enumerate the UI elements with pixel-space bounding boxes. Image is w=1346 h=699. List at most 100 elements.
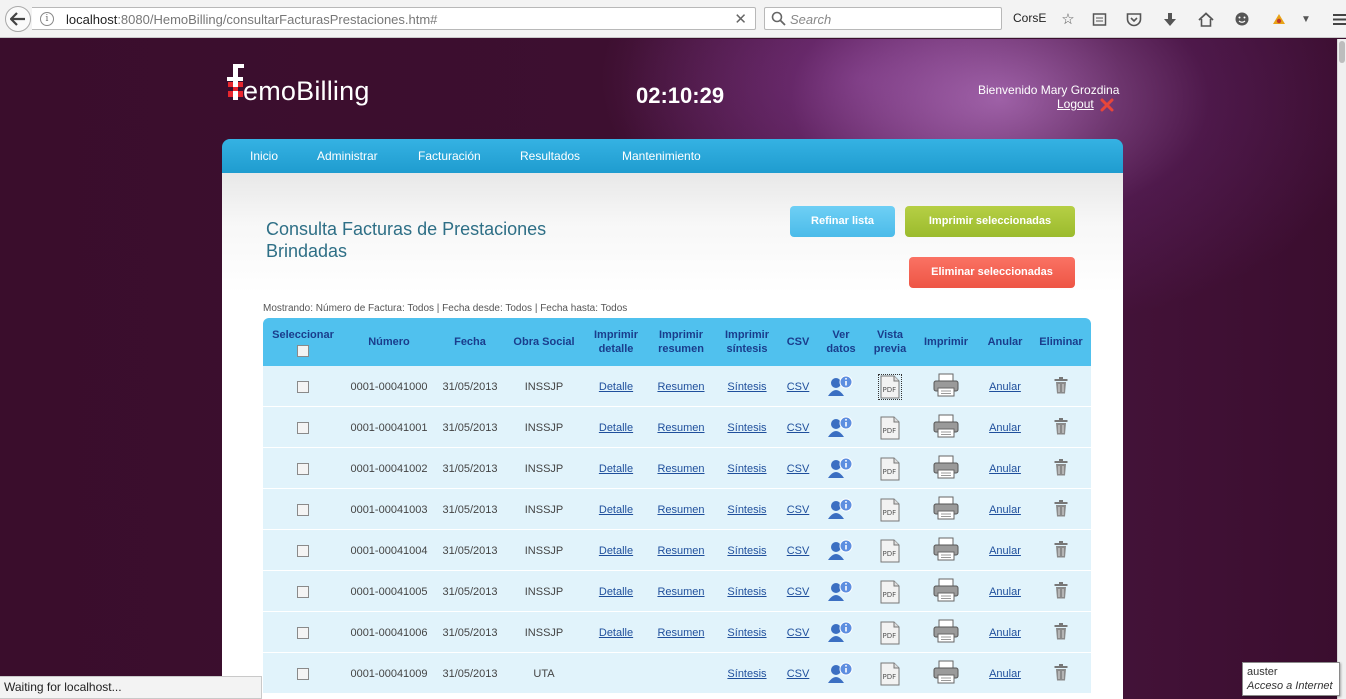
trash-icon[interactable] (1054, 622, 1068, 643)
pdf-preview-icon[interactable]: PDF (879, 580, 901, 604)
printer-icon[interactable] (933, 619, 959, 646)
csv-link[interactable]: CSV (787, 422, 810, 434)
row-checkbox[interactable] (297, 462, 309, 475)
pdf-preview-icon[interactable]: PDF (879, 539, 901, 563)
printer-icon[interactable] (933, 455, 959, 482)
cancel-link[interactable]: Anular (989, 586, 1021, 598)
cancel-link[interactable]: Anular (989, 545, 1021, 557)
row-checkbox[interactable] (297, 667, 309, 680)
print-synthesis-link[interactable]: Síntesis (727, 381, 766, 393)
printer-icon[interactable] (933, 496, 959, 523)
addon-icon[interactable] (1269, 9, 1289, 29)
printer-icon[interactable] (933, 373, 959, 400)
print-synthesis-link[interactable]: Síntesis (727, 504, 766, 516)
print-synthesis-link[interactable]: Síntesis (727, 668, 766, 680)
addon-menu-chevron-icon[interactable]: ▼ (1296, 9, 1316, 29)
vertical-scrollbar[interactable] (1337, 39, 1346, 699)
view-data-icon[interactable] (828, 579, 854, 604)
view-data-icon[interactable] (828, 374, 854, 399)
nav-item-resultados[interactable]: Resultados (520, 149, 580, 163)
cancel-link[interactable]: Anular (989, 463, 1021, 475)
pocket-icon[interactable] (1124, 9, 1144, 29)
cancel-link[interactable]: Anular (989, 504, 1021, 516)
nav-item-mantenimiento[interactable]: Mantenimiento (622, 149, 701, 163)
row-checkbox[interactable] (297, 380, 309, 393)
print-summary-link[interactable]: Resumen (657, 504, 704, 516)
view-data-icon[interactable] (828, 497, 854, 522)
trash-icon[interactable] (1054, 376, 1068, 397)
view-data-icon[interactable] (828, 620, 854, 645)
view-data-icon[interactable] (828, 538, 854, 563)
view-data-icon[interactable] (828, 661, 854, 686)
pdf-preview-icon[interactable]: PDF (879, 662, 901, 686)
pdf-preview-icon[interactable]: PDF (879, 416, 901, 440)
address-bar[interactable]: i localhost:8080/HemoBilling/consultarFa… (32, 7, 756, 30)
nav-item-administrar[interactable]: Administrar (317, 149, 378, 163)
cancel-link[interactable]: Anular (989, 381, 1021, 393)
trash-icon[interactable] (1054, 663, 1068, 684)
row-checkbox[interactable] (297, 626, 309, 639)
row-checkbox[interactable] (297, 544, 309, 557)
delete-selected-button[interactable]: Eliminar seleccionadas (909, 257, 1075, 288)
cors-extension-label[interactable]: CorsE (1013, 11, 1046, 25)
cancel-link[interactable]: Anular (989, 668, 1021, 680)
print-detail-link[interactable]: Detalle (599, 627, 633, 639)
print-summary-link[interactable]: Resumen (657, 586, 704, 598)
trash-icon[interactable] (1054, 499, 1068, 520)
nav-item-inicio[interactable]: Inicio (250, 149, 278, 163)
bookmark-star-icon[interactable]: ☆ (1058, 9, 1078, 29)
site-info-icon[interactable]: i (40, 12, 54, 26)
csv-link[interactable]: CSV (787, 463, 810, 475)
cancel-link[interactable]: Anular (989, 627, 1021, 639)
print-detail-link[interactable]: Detalle (599, 545, 633, 557)
download-icon[interactable] (1160, 9, 1180, 29)
print-summary-link[interactable]: Resumen (657, 627, 704, 639)
row-checkbox[interactable] (297, 503, 309, 516)
view-data-icon[interactable] (828, 415, 854, 440)
logout-link[interactable]: Logout (1057, 97, 1094, 111)
emoji-extension-icon[interactable] (1232, 9, 1252, 29)
refine-list-button[interactable]: Refinar lista (790, 206, 895, 237)
csv-link[interactable]: CSV (787, 627, 810, 639)
csv-link[interactable]: CSV (787, 668, 810, 680)
printer-icon[interactable] (933, 537, 959, 564)
hamburger-menu-icon[interactable] (1330, 9, 1346, 29)
csv-link[interactable]: CSV (787, 586, 810, 598)
select-all-checkbox[interactable] (297, 344, 309, 357)
search-input[interactable]: Search (764, 7, 1002, 30)
printer-icon[interactable] (933, 578, 959, 605)
print-detail-link[interactable]: Detalle (599, 504, 633, 516)
trash-icon[interactable] (1054, 417, 1068, 438)
hemobilling-logo[interactable]: emoBilling (226, 64, 386, 106)
print-summary-link[interactable]: Resumen (657, 422, 704, 434)
print-detail-link[interactable]: Detalle (599, 463, 633, 475)
row-checkbox[interactable] (297, 585, 309, 598)
cancel-link[interactable]: Anular (989, 422, 1021, 434)
print-synthesis-link[interactable]: Síntesis (727, 463, 766, 475)
print-summary-link[interactable]: Resumen (657, 463, 704, 475)
home-icon[interactable] (1196, 9, 1216, 29)
print-synthesis-link[interactable]: Síntesis (727, 545, 766, 557)
pdf-preview-icon[interactable]: PDF (879, 457, 901, 481)
logout-close-icon[interactable] (1100, 98, 1114, 112)
print-detail-link[interactable]: Detalle (599, 586, 633, 598)
scrollbar-thumb[interactable] (1339, 41, 1345, 63)
print-synthesis-link[interactable]: Síntesis (727, 586, 766, 598)
row-checkbox[interactable] (297, 421, 309, 434)
printer-icon[interactable] (933, 660, 959, 687)
csv-link[interactable]: CSV (787, 504, 810, 516)
pdf-preview-icon[interactable]: PDF (879, 498, 901, 522)
trash-icon[interactable] (1054, 540, 1068, 561)
trash-icon[interactable] (1054, 458, 1068, 479)
printer-icon[interactable] (933, 414, 959, 441)
pdf-preview-icon[interactable]: PDF (878, 373, 902, 400)
print-summary-link[interactable]: Resumen (657, 381, 704, 393)
print-synthesis-link[interactable]: Síntesis (727, 422, 766, 434)
back-button[interactable] (5, 6, 31, 32)
view-data-icon[interactable] (828, 456, 854, 481)
pdf-preview-icon[interactable]: PDF (879, 621, 901, 645)
print-summary-link[interactable]: Resumen (657, 545, 704, 557)
clear-url-icon[interactable]: ✕ (734, 10, 747, 28)
csv-link[interactable]: CSV (787, 545, 810, 557)
reading-list-icon[interactable] (1089, 9, 1109, 29)
